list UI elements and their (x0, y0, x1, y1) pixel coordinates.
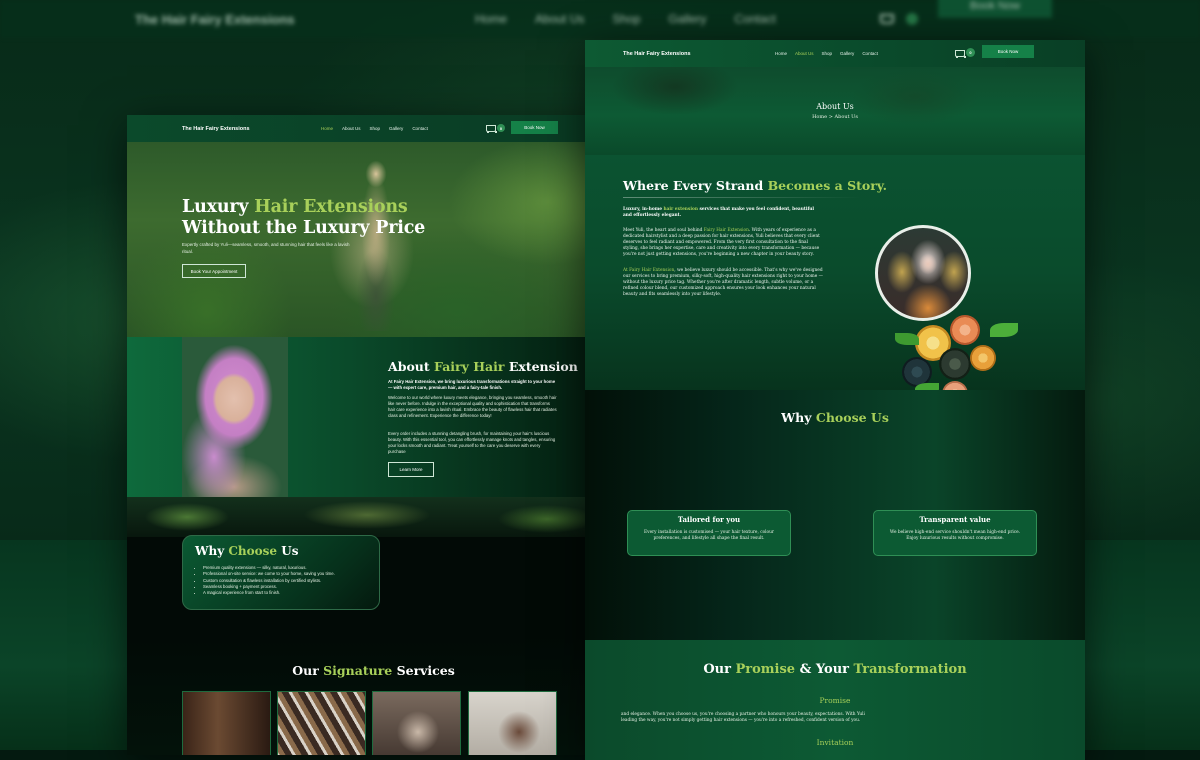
cart-count-badge: 0 (497, 124, 505, 132)
promise-label: Promise (819, 696, 851, 705)
home-nav-links: Home About Us Shop Gallery Contact (321, 126, 428, 131)
leaf-decoration (990, 323, 1018, 337)
services-title: Our Signature Services (292, 663, 455, 678)
nav-link-gallery[interactable]: Gallery (389, 126, 403, 131)
about-paragraph: Welcome to our world where luxury meets … (388, 395, 557, 418)
feature-card-title: Tailored for you (677, 515, 741, 524)
feature-card-title: Transparent value (919, 515, 991, 524)
backdrop-cart-icon (880, 14, 894, 24)
forest-divider-image (127, 497, 620, 537)
hero-section: Luxury Hair Extensions Without the Luxury… (127, 142, 620, 337)
title-divider (623, 197, 861, 198)
backdrop-links: Home About Us Shop Gallery Contact (475, 12, 776, 26)
service-long-hair-image[interactable] (182, 691, 271, 755)
about-banner: About Us Home > About Us (585, 67, 1085, 155)
paper-flower-decoration (970, 345, 996, 371)
backdrop-cart-badge (906, 13, 918, 25)
why-choose-us-section: Why Choose Us Tailored for you Every ins… (585, 390, 1085, 640)
story-section: Where Every Strand Becomes a Story. Luxu… (585, 155, 1085, 407)
leaf-decoration (895, 333, 919, 345)
hero-subtitle: Expertly crafted by Yuli—seamless, smoot… (182, 242, 350, 254)
breadcrumb[interactable]: Home > About Us (585, 114, 1085, 120)
paper-flower-decoration (950, 315, 980, 345)
backdrop-brand: The Hair Fairy Extensions (135, 11, 295, 27)
backdrop-link: Gallery (668, 12, 707, 26)
nav-link-shop[interactable]: Shop (370, 126, 381, 131)
why-list-item: Professional on-site service: we come to… (203, 571, 335, 577)
home-logo[interactable]: The Hair Fairy Extensions (182, 126, 250, 132)
hero-title: Luxury Hair Extensions Without the Luxury… (182, 197, 426, 238)
service-color-swatches-image[interactable] (277, 691, 366, 755)
about-title: About Fairy Hair Extension (388, 359, 578, 374)
story-paragraph: Meet Yuli, the heart and soul behind Fai… (623, 228, 820, 257)
about-section: About Fairy Hair Extension At Fairy Hair… (127, 337, 620, 497)
promise-section: Our Promise & Your Transformation Promis… (585, 640, 1085, 760)
learn-more-button[interactable]: Learn More (388, 462, 434, 477)
about-paragraph: Every order includes a stunning detangli… (388, 431, 556, 454)
backdrop-link: Contact (734, 12, 776, 26)
backdrop-link: Shop (612, 12, 641, 26)
why-choose-us-card: Why Choose Us Premium quality extensions… (182, 535, 380, 610)
story-title: Where Every Strand Becomes a Story. (623, 178, 887, 193)
backdrop-navbar: The Hair Fairy Extensions Home About Us … (0, 0, 1200, 38)
backdrop-link: Home (475, 12, 508, 26)
home-page-mockup: The Hair Fairy Extensions Home About Us … (127, 115, 620, 755)
cart-icon[interactable] (954, 48, 966, 59)
feature-card-text: We believe high-end service shouldn't me… (889, 530, 1021, 541)
why-list: Premium quality extensions — silky, natu… (203, 565, 335, 596)
book-appointment-button[interactable]: Book Your Appointment (182, 264, 246, 278)
signature-services-section: Our Signature Services (127, 635, 620, 755)
backdrop-book-button: Book Now (938, 0, 1052, 18)
paper-flower-decoration (939, 348, 971, 380)
why-list-item: A magical experience from start to finis… (203, 590, 335, 596)
promise-text: and elegance. When you choose us, you're… (621, 712, 865, 723)
service-stylist-image[interactable] (372, 691, 461, 755)
why-title: Why Choose Us (781, 410, 889, 425)
promise-title: Our Promise & Your Transformation (703, 662, 967, 677)
pink-hair-portrait-image (182, 337, 288, 497)
nav-link-about[interactable]: About Us (342, 126, 361, 131)
cart-icon[interactable] (485, 123, 497, 134)
fairy-portrait-image (875, 225, 971, 321)
hero-forest-girl-image (355, 156, 397, 331)
about-nav-links: Home About Us Shop Gallery Contact (775, 51, 878, 56)
banner-title: About Us (816, 102, 854, 111)
backdrop-link: About Us (535, 12, 585, 26)
story-lead: Luxury, in-home hair extension services … (623, 207, 815, 218)
why-title: Why Choose Us (195, 544, 299, 558)
service-salon-image[interactable] (468, 691, 557, 755)
story-paragraph: At Fairy Hair Extension, we believe luxu… (623, 268, 823, 297)
about-page-mockup: The Hair Fairy Extensions Home About Us … (585, 40, 1085, 760)
book-now-button[interactable]: Book Now (511, 121, 558, 134)
feature-card-text: Every installation is customised — your … (644, 530, 774, 541)
about-lead: At Fairy Hair Extension, we bring luxuri… (388, 379, 556, 390)
nav-link-home[interactable]: Home (775, 51, 787, 56)
nav-link-about[interactable]: About Us (795, 51, 814, 56)
about-navbar: The Hair Fairy Extensions Home About Us … (585, 40, 1085, 67)
about-logo[interactable]: The Hair Fairy Extensions (623, 51, 691, 57)
nav-link-contact[interactable]: Contact (862, 51, 878, 56)
feature-card: Tailored for you Every installation is c… (627, 510, 791, 556)
why-list-item: Custom consultation & flawless installat… (203, 578, 335, 584)
nav-link-shop[interactable]: Shop (822, 51, 833, 56)
nav-link-home[interactable]: Home (321, 126, 333, 131)
cart-count-badge: 0 (966, 48, 975, 57)
book-now-button[interactable]: Book Now (982, 45, 1034, 58)
feature-card: Transparent value We believe high-end se… (873, 510, 1037, 556)
nav-link-contact[interactable]: Contact (412, 126, 428, 131)
nav-link-gallery[interactable]: Gallery (840, 51, 854, 56)
home-navbar: The Hair Fairy Extensions Home About Us … (127, 115, 620, 142)
invitation-label: Invitation (816, 738, 854, 747)
